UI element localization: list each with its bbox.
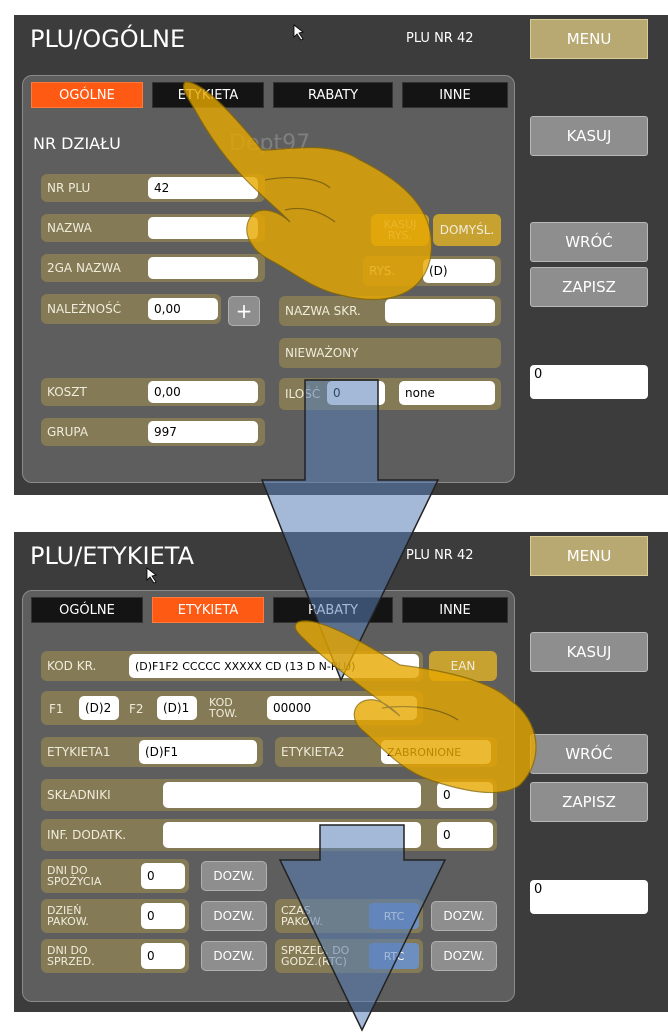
page-title: PLU/OGÓLNE <box>30 25 186 53</box>
ilosc-input[interactable]: 0 <box>327 381 385 405</box>
plu-number: PLU NR 42 <box>406 31 474 46</box>
tab-etykieta[interactable]: ETYKIETA <box>152 82 264 108</box>
ean-button[interactable]: EAN <box>429 651 497 681</box>
kasuj-button[interactable]: KASUJ <box>530 632 648 672</box>
tab-ogolne[interactable]: OGÓLNE <box>31 82 143 108</box>
zapisz-button[interactable]: ZAPISZ <box>530 267 648 307</box>
field-label: CZAS PAKOW. <box>281 904 323 928</box>
dept-value: Dept97 <box>229 131 311 156</box>
kod-tow-label: KOD TOW. <box>209 696 238 720</box>
field-label: KOD KR. <box>47 659 97 673</box>
tab-ogolne[interactable]: OGÓLNE <box>31 597 143 623</box>
dozw-button-1[interactable]: DOZW. <box>201 861 267 891</box>
page-title: PLU/ETYKIETA <box>30 542 194 570</box>
dozw-button-5[interactable]: DOZW. <box>431 941 497 971</box>
screen-plu-ogolne: PLU/OGÓLNE PLU NR 42 MENU OGÓLNE ETYKIET… <box>14 15 668 495</box>
menu-button[interactable]: MENU <box>530 536 648 576</box>
rys-input[interactable]: (D) <box>423 259 495 283</box>
skladniki-number[interactable]: 0 <box>437 782 493 808</box>
dept-label: NR DZIAŁU <box>33 134 121 153</box>
tab-rabaty[interactable]: RABATY <box>273 82 393 108</box>
inf-dodatk-number[interactable]: 0 <box>437 822 493 848</box>
tab-inne[interactable]: INNE <box>402 597 508 623</box>
f2-input[interactable]: (D)1 <box>157 696 197 720</box>
field-label: DNI DO SPRZED. <box>47 944 95 968</box>
dzien-pakow-input[interactable]: 0 <box>141 903 185 929</box>
field-label: NAZWA <box>47 221 92 235</box>
dozw-button-4[interactable]: DOZW. <box>201 941 267 971</box>
nazwa2-input[interactable] <box>148 257 258 279</box>
unit-select[interactable]: none <box>399 381 495 405</box>
rtc-button-2[interactable]: RTC <box>369 943 419 969</box>
nazwa-skr-input[interactable] <box>385 299 495 323</box>
f2-label: F2 <box>129 702 144 716</box>
tab-rabaty[interactable]: RABATY <box>273 597 393 623</box>
field-label: INF. DODATK. <box>47 828 127 842</box>
tab-etykieta[interactable]: ETYKIETA <box>152 597 264 623</box>
f1-label: F1 <box>49 702 64 716</box>
side-value-field[interactable]: 0 <box>530 880 648 914</box>
kasuj-rys-button[interactable]: KASUJ RYS. <box>371 214 429 246</box>
rtc-button-1[interactable]: RTC <box>369 903 419 929</box>
plus-button[interactable]: + <box>228 296 260 326</box>
dozw-button-3[interactable]: DOZW. <box>431 901 497 931</box>
field-label: NR PLU <box>47 181 91 195</box>
etykieta2-input[interactable]: ZABRONIONE <box>381 740 491 764</box>
plu-number: PLU NR 42 <box>406 548 474 563</box>
main-panel: OGÓLNE ETYKIETA RABATY INNE KOD KR. (D)F… <box>22 590 515 1002</box>
field-label: RYS. <box>369 264 396 278</box>
main-panel: OGÓLNE ETYKIETA RABATY INNE NR DZIAŁU De… <box>22 75 515 483</box>
grupa-input[interactable]: 997 <box>148 421 258 443</box>
koszt-input[interactable]: 0,00 <box>148 381 258 403</box>
dni-sprzed-input[interactable]: 0 <box>141 943 185 969</box>
wroc-button[interactable]: WRÓĆ <box>530 734 648 774</box>
field-label: 2GA NAZWA <box>47 261 121 275</box>
field-label: SPRZED. DO GODZ.(RTC) <box>281 944 350 968</box>
field-label: NAZWA SKR. <box>285 304 361 318</box>
f1-input[interactable]: (D)2 <box>79 696 119 720</box>
skladniki-input[interactable] <box>163 782 421 808</box>
etykieta1-input[interactable]: (D)F1 <box>139 740 257 764</box>
field-label: ILOŚĆ <box>285 387 321 401</box>
field-label: KOSZT <box>47 385 87 399</box>
field-label: DZIEŃ PAKOW. <box>47 904 89 928</box>
tab-inne[interactable]: INNE <box>402 82 508 108</box>
field-label: NALEŻNOŚĆ <box>47 302 122 316</box>
side-value-field[interactable]: 0 <box>530 365 648 399</box>
kasuj-button[interactable]: KASUJ <box>530 116 648 156</box>
kod-tow-input[interactable]: 00000 <box>267 696 417 720</box>
nr-plu-input[interactable]: 42 <box>148 177 258 199</box>
dozw-button-2[interactable]: DOZW. <box>201 901 267 931</box>
field-label: ETYKIETA2 <box>281 745 345 759</box>
field-label: ETYKIETA1 <box>47 745 111 759</box>
screen-plu-etykieta: PLU/ETYKIETA PLU NR 42 MENU OGÓLNE ETYKI… <box>14 532 668 1012</box>
zapisz-button[interactable]: ZAPISZ <box>530 782 648 822</box>
field-label: DNI DO SPOŻYCIA <box>47 864 102 888</box>
menu-button[interactable]: MENU <box>530 19 648 59</box>
kod-kr-input[interactable]: (D)F1F2 CCCCC XXXXX CD (13 D N-PLU) <box>129 654 419 678</box>
niewazony-toggle[interactable]: NIEWAŻONY <box>279 338 501 368</box>
dni-spozycia-input[interactable]: 0 <box>141 863 185 889</box>
domysl-button[interactable]: DOMYŚL. <box>433 214 501 246</box>
nazwa-input[interactable] <box>148 217 258 239</box>
naleznosc-input[interactable]: 0,00 <box>148 298 218 320</box>
field-label: GRUPA <box>47 425 89 439</box>
field-label: SKŁADNIKI <box>47 788 111 802</box>
inf-dodatk-input[interactable] <box>163 822 421 848</box>
wroc-button[interactable]: WRÓĆ <box>530 222 648 262</box>
